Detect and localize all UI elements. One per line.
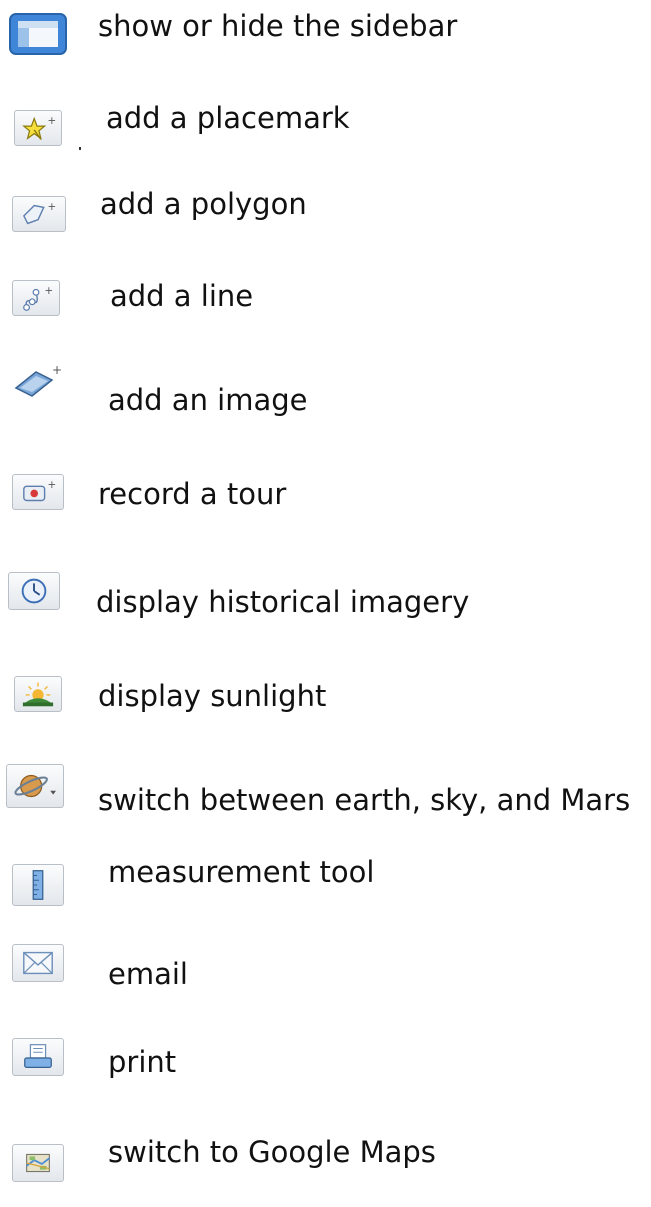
svg-text:+: + bbox=[47, 479, 56, 491]
map-icon[interactable] bbox=[12, 1144, 64, 1182]
record-tour-icon[interactable]: + bbox=[12, 474, 64, 510]
svg-text:+: + bbox=[52, 363, 62, 377]
legend-label: switch to Google Maps bbox=[108, 1135, 436, 1169]
legend-label: email bbox=[108, 957, 188, 991]
stray-mark bbox=[79, 147, 81, 150]
legend-row-sidebar: show or hide the sidebar bbox=[0, 0, 651, 60]
print-icon[interactable] bbox=[12, 1038, 64, 1076]
legend-label: switch between earth, sky, and Mars bbox=[98, 783, 631, 817]
legend-row-email: email bbox=[0, 932, 651, 992]
legend-label: add a polygon bbox=[100, 187, 307, 221]
legend-label: measurement tool bbox=[108, 855, 375, 889]
path-icon[interactable]: + bbox=[12, 280, 60, 316]
legend-label: display historical imagery bbox=[96, 585, 470, 619]
sunlight-icon[interactable] bbox=[14, 676, 62, 712]
legend-row-placemark: + add a placemark bbox=[0, 94, 651, 154]
legend-row-maps: switch to Google Maps bbox=[0, 1120, 651, 1182]
clock-icon[interactable] bbox=[8, 572, 60, 610]
legend-label: add a placemark bbox=[106, 101, 350, 135]
legend-label: display sunlight bbox=[98, 679, 327, 713]
legend-row-sunlight: display sunlight bbox=[0, 660, 651, 720]
svg-text:+: + bbox=[48, 201, 57, 213]
legend-row-polygon: + add a polygon bbox=[0, 180, 651, 240]
sidebar-icon[interactable] bbox=[8, 12, 68, 56]
legend-row-image: + add an image bbox=[0, 360, 651, 420]
legend-row-ruler: measurement tool bbox=[0, 846, 651, 906]
svg-text:+: + bbox=[47, 115, 56, 127]
email-icon[interactable] bbox=[12, 944, 64, 982]
legend-row-planets: switch between earth, sky, and Mars bbox=[0, 756, 651, 817]
ruler-icon[interactable] bbox=[12, 864, 64, 906]
planet-icon[interactable] bbox=[6, 764, 64, 808]
placemark-icon[interactable]: + bbox=[14, 110, 62, 146]
legend-label: record a tour bbox=[98, 477, 287, 511]
legend-row-tour: + record a tour bbox=[0, 452, 651, 512]
svg-text:+: + bbox=[45, 285, 54, 297]
legend-row-print: print bbox=[0, 1028, 651, 1088]
legend-row-line: + add a line bbox=[0, 266, 651, 326]
legend-row-historical: display historical imagery bbox=[0, 562, 651, 622]
image-overlay-icon[interactable]: + bbox=[8, 362, 66, 402]
legend-label: add an image bbox=[108, 383, 308, 417]
legend-label: add a line bbox=[110, 279, 254, 313]
legend-label: print bbox=[108, 1045, 177, 1079]
legend-label: show or hide the sidebar bbox=[98, 9, 458, 43]
polygon-icon[interactable]: + bbox=[12, 196, 66, 232]
